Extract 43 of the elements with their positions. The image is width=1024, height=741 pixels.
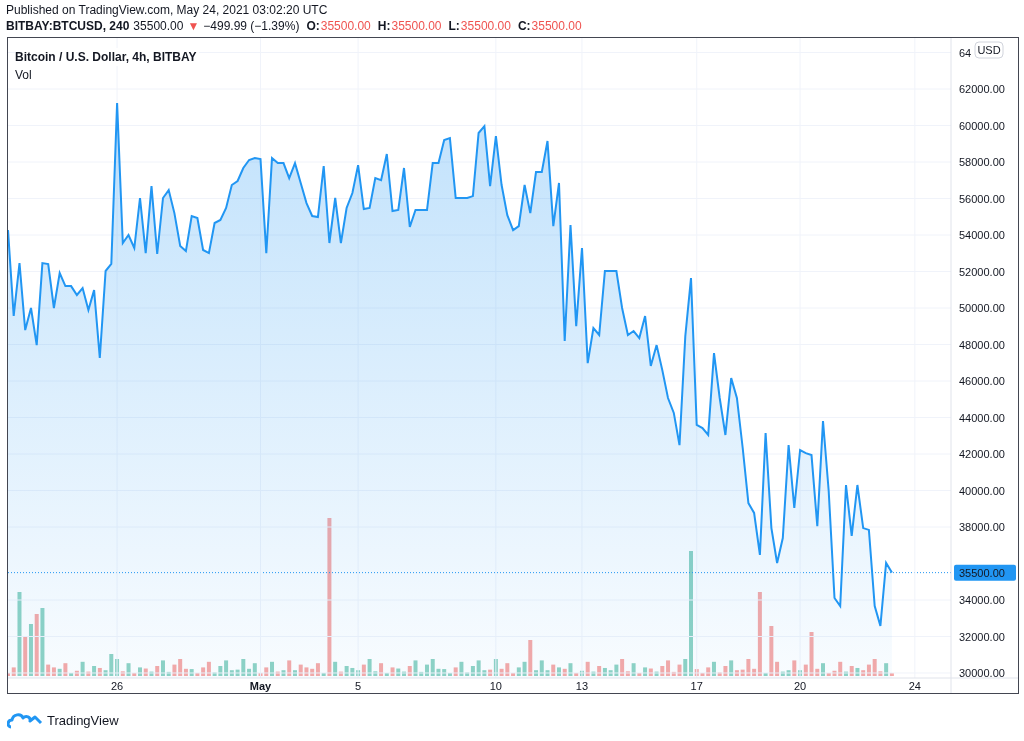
price-axis-label: 46000.00 xyxy=(959,375,1005,387)
price-axis-label: 56000.00 xyxy=(959,192,1005,205)
ohlc-label: L: xyxy=(448,18,460,35)
price-axis-label: 44000.00 xyxy=(959,411,1005,424)
ohlc-value: 35500.00 xyxy=(531,18,582,35)
cloud-logo-icon xyxy=(7,711,43,729)
brand-name: TradingView xyxy=(47,712,119,728)
time-axis-label: 10 xyxy=(489,680,502,692)
chart-title: Bitcoin / U.S. Dollar, 4h, BITBAY xyxy=(15,48,199,66)
price-axis-label: 32000.00 xyxy=(959,630,1005,643)
time-axis-label: 13 xyxy=(575,680,589,692)
price-change: −499.99 (−1.39%) xyxy=(203,18,300,35)
time-axis-label: 26 xyxy=(110,680,124,692)
published-caption: Published on TradingView.com, May 24, 2021 03:02:20 UTC xyxy=(6,3,329,18)
time-axis-label: 24 xyxy=(908,680,921,692)
ohlc-value: 35500.00 xyxy=(460,18,511,35)
price-axis-label: 54000.00 xyxy=(959,229,1005,241)
ohlc-value: 35500.00 xyxy=(391,18,442,35)
ohlc-label: O: xyxy=(306,18,320,35)
time-axis-label: May xyxy=(249,680,272,692)
price-axis-label: 64 xyxy=(959,46,972,59)
ohlc-label: C: xyxy=(517,18,531,35)
price-axis-label: 48000.00 xyxy=(959,338,1005,351)
price-axis-label: 62000.00 xyxy=(959,83,1005,95)
price-axis-label: 42000.00 xyxy=(959,448,1005,460)
down-arrow-icon: ▼ xyxy=(187,18,200,35)
price-axis-label: 52000.00 xyxy=(959,265,1005,278)
price-axis-label: 60000.00 xyxy=(959,119,1005,132)
price-axis-label: 40000.00 xyxy=(959,484,1005,497)
price-axis-label: 38000.00 xyxy=(959,521,1005,533)
last-price: 35500.00 xyxy=(133,18,184,35)
time-axis-label: 5 xyxy=(355,680,362,692)
currency-badge: USD xyxy=(974,41,1004,59)
current-price-label: 35500.00 xyxy=(954,564,1016,581)
price-axis-label: 34000.00 xyxy=(959,594,1005,606)
price-axis-label: 58000.00 xyxy=(959,156,1005,168)
symbol-label: BITBAY:BTCUSD, 240 xyxy=(6,18,130,35)
time-axis-label: 17 xyxy=(690,680,703,692)
price-axis-label: 30000.00 xyxy=(959,667,1005,679)
time-axis-label: 20 xyxy=(793,680,807,692)
ohlc-label: H: xyxy=(377,18,391,35)
price-axis-label: 50000.00 xyxy=(959,302,1005,314)
ohlc-value: 35500.00 xyxy=(320,18,371,35)
